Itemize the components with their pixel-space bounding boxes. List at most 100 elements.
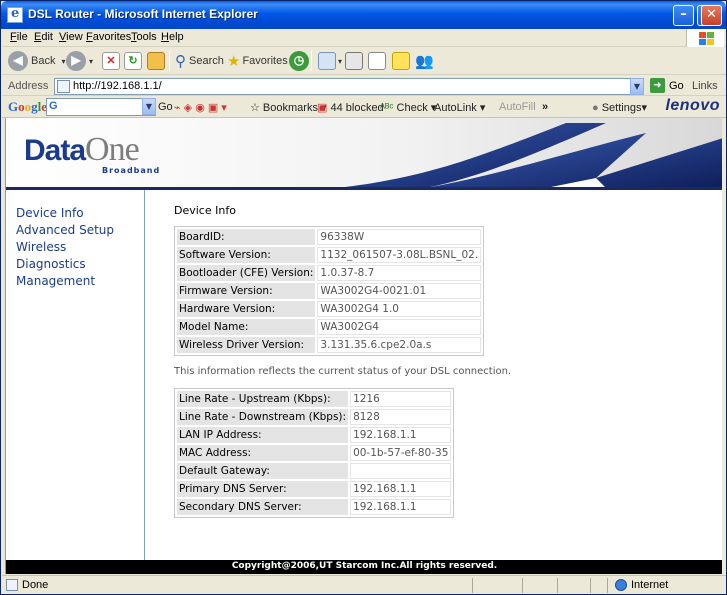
edit-button[interactable]	[368, 50, 388, 72]
google-go-button[interactable]: Go	[158, 101, 173, 113]
table-row: Bootloader (CFE) Version: 1.0.37-8.7	[177, 265, 482, 281]
table-row: Firmware Version: WA3002G4-0021.01	[177, 283, 482, 299]
row-label: Firmware Version:	[177, 283, 316, 299]
menu-view[interactable]: View	[59, 31, 83, 43]
nav-device-info[interactable]: Device Info	[16, 206, 84, 220]
status-note: This information reflects the current st…	[174, 366, 512, 377]
favorites-button[interactable]: ★ Favorites	[227, 50, 288, 72]
table-row: Primary DNS Server: 192.168.1.1	[177, 481, 452, 497]
table-row: Secondary DNS Server: 192.168.1.1	[177, 499, 452, 515]
back-button[interactable]: ◀ Back ▾	[8, 50, 65, 72]
page-icon	[57, 80, 70, 93]
address-input[interactable]: http://192.168.1.1/	[54, 78, 644, 95]
row-label: LAN IP Address:	[177, 427, 349, 443]
menu-file[interactable]: File	[10, 31, 28, 43]
status-text: Done	[22, 579, 49, 591]
row-label: Default Gateway:	[177, 463, 349, 479]
row-label: Wireless Driver Version:	[177, 337, 316, 353]
address-bar: Address http://192.168.1.1/ ▼ ➜ Go Links	[2, 76, 726, 96]
menu-tools[interactable]: Tools	[131, 31, 157, 43]
menu-favorites[interactable]: Favorites	[86, 31, 131, 43]
row-label: Bootloader (CFE) Version:	[177, 265, 316, 281]
nav-wireless[interactable]: Wireless	[16, 240, 66, 254]
row-value: 192.168.1.1	[350, 499, 452, 515]
go-button[interactable]: ➜ Go	[650, 78, 684, 93]
google-logo: Google	[8, 99, 48, 114]
address-dropdown-button[interactable]: ▼	[630, 78, 644, 95]
spell-check-button[interactable]: ᴬᴮᶜ Check ▾	[380, 101, 436, 114]
forward-button[interactable]: ▶ ▾	[66, 50, 93, 72]
row-label: Primary DNS Server:	[177, 481, 349, 497]
discuss-button[interactable]	[392, 50, 412, 72]
row-value: 96338W	[317, 229, 482, 245]
row-value: 1132_061507-3.08L.BSNL_02.	[317, 247, 482, 263]
history-icon: ◷	[289, 51, 309, 71]
close-button[interactable]: ✕	[701, 5, 722, 26]
table-row: Hardware Version: WA3002G4 1.0	[177, 301, 482, 317]
table-row: Wireless Driver Version: 3.131.35.6.cpe2.…	[177, 337, 482, 353]
address-label: Address	[8, 80, 49, 92]
security-zone-label: Internet	[631, 579, 669, 591]
window-title: DSL Router - Microsoft Internet Explorer	[28, 7, 258, 21]
row-value: WA3002G4-0021.01	[317, 283, 482, 299]
messenger-button[interactable]: 👥	[415, 50, 434, 72]
more-chevron-icon[interactable]: »	[542, 101, 548, 113]
refresh-icon: ↻	[124, 52, 142, 70]
dataone-logo-subtitle: Broadband	[102, 166, 161, 175]
stop-icon: ✕	[102, 52, 120, 70]
links-button[interactable]: Links	[692, 80, 718, 92]
nav-advanced-setup[interactable]: Advanced Setup	[16, 223, 114, 237]
mail-button[interactable]: ▾	[318, 50, 342, 72]
row-label: BoardID:	[177, 229, 316, 245]
table-row: LAN IP Address: 192.168.1.1	[177, 427, 452, 443]
home-button[interactable]	[147, 50, 167, 72]
row-label: Line Rate - Downstream (Kbps):	[177, 409, 349, 425]
minimize-button[interactable]: –	[673, 5, 694, 26]
table-row: Model Name: WA3002G4	[177, 319, 482, 335]
history-button[interactable]: ◷	[289, 50, 312, 72]
device-info-table: BoardID: 96338W Software Version: 1132_0615…	[174, 226, 485, 356]
google-search-input[interactable]: G	[46, 98, 156, 116]
popup-blocked-button[interactable]: ▣ 44 blocked	[317, 101, 384, 114]
forward-arrow-icon: ▶	[66, 51, 86, 71]
row-value	[350, 463, 452, 479]
menu-edit[interactable]: Edit	[34, 31, 53, 43]
row-value: 192.168.1.1	[350, 427, 452, 443]
banner: DataOne Broadband	[6, 118, 722, 190]
google-tools-icons: ⌁ ◈ ◉ ▣ ▾	[174, 102, 227, 114]
autolink-button[interactable]: AutoLink ▾	[434, 101, 485, 114]
menu-help[interactable]: Help	[161, 31, 184, 43]
browser-window: DSL Router - Microsoft Internet Explorer…	[0, 0, 727, 595]
table-row: Software Version: 1132_061507-3.08L.BSNL_…	[177, 247, 482, 263]
autofill-button[interactable]: AutoFill	[499, 101, 536, 113]
stop-button[interactable]: ✕	[102, 50, 122, 72]
dsl-status-table: Line Rate - Upstream (Kbps): 1216 Line Rat…	[174, 388, 455, 518]
ie-icon	[7, 6, 23, 23]
search-button[interactable]: ⚲ Search	[175, 50, 224, 72]
back-arrow-icon: ◀	[8, 51, 28, 71]
mail-icon	[318, 52, 336, 70]
internet-zone-icon	[615, 579, 627, 591]
row-label: Model Name:	[177, 319, 316, 335]
lenovo-logo: lenovo	[665, 97, 720, 114]
go-arrow-icon: ➜	[650, 78, 665, 93]
row-label: Secondary DNS Server:	[177, 499, 349, 515]
table-row: BoardID: 96338W	[177, 229, 482, 245]
refresh-button[interactable]: ↻	[124, 50, 144, 72]
table-row: Line Rate - Upstream (Kbps): 1216	[177, 391, 452, 407]
left-navigation: Device Info Advanced Setup Wireless Diag…	[6, 190, 145, 560]
star-icon: ★	[227, 53, 241, 70]
print-button[interactable]	[345, 50, 365, 72]
windows-logo-icon	[686, 29, 724, 47]
row-value: 192.168.1.1	[350, 481, 452, 497]
page-viewport: DataOne Broadband Device Info Advanced S…	[5, 118, 722, 574]
chevron-down-icon: ▾	[89, 56, 94, 66]
row-value: 1216	[350, 391, 452, 407]
google-search-dropdown[interactable]: ▼	[142, 98, 156, 115]
nav-diagnostics[interactable]: Diagnostics	[16, 257, 86, 271]
nav-management[interactable]: Management	[16, 274, 95, 288]
row-value: 00-1b-57-ef-80-35	[350, 445, 452, 461]
settings-button[interactable]: ● Settings▾	[592, 101, 647, 114]
bookmarks-button[interactable]: ☆ Bookmarks ▾	[250, 101, 327, 114]
home-icon	[147, 52, 165, 70]
